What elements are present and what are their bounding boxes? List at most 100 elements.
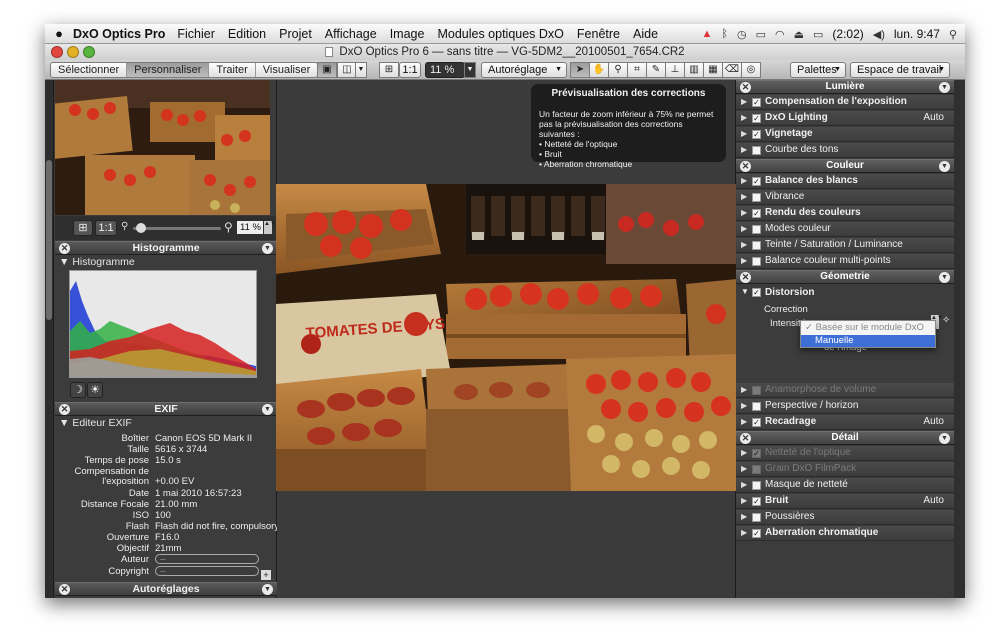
menu-modules-optiques[interactable]: Modules optiques DxO <box>437 27 563 41</box>
workspace-button[interactable]: Espace de travail ▼ <box>850 62 950 78</box>
menu-aide[interactable]: Aide <box>633 27 658 41</box>
menu-edition[interactable]: Edition <box>228 27 266 41</box>
chevron-down-icon[interactable]: ▼ <box>939 82 950 93</box>
autoreglages-panel-header[interactable]: ✕ Autoréglages ▼ <box>55 582 277 596</box>
exif-value[interactable]: 21mm <box>155 543 181 554</box>
close-icon[interactable]: ✕ <box>740 82 751 93</box>
main-photo[interactable]: TOMATES DE PAYS <box>276 184 737 491</box>
eject-icon[interactable]: ⏏ <box>794 28 804 41</box>
disclosure-right-icon[interactable]: ▶ <box>741 526 747 540</box>
correction-checkbox[interactable] <box>752 241 761 250</box>
disclosure-down-icon[interactable]: ▼ <box>741 287 749 296</box>
correction-checkbox[interactable]: ✓ <box>752 418 761 427</box>
display-icon[interactable]: ▭ <box>756 28 766 41</box>
disclosure-right-icon[interactable]: ▶ <box>741 174 747 188</box>
view-dropdown-icon[interactable]: ▼ <box>355 62 367 78</box>
nav-zoom-field[interactable]: 11 % <box>237 221 263 234</box>
menu-fichier[interactable]: Fichier <box>177 27 215 41</box>
eyedropper-tool-icon[interactable]: ✎ <box>646 62 666 78</box>
disclosure-right-icon[interactable]: ▶ <box>741 494 747 508</box>
select-tool-icon[interactable]: ➤ <box>570 62 590 78</box>
perspective-tool-icon[interactable]: ▥ <box>684 62 704 78</box>
volume-icon[interactable]: ◀) <box>873 28 885 41</box>
histogram-panel-header[interactable]: ✕ Histogramme ▼ <box>55 241 277 255</box>
bluetooth-icon[interactable]: ᛒ <box>721 28 728 40</box>
spotlight-search-icon[interactable]: ⚲ <box>949 28 957 41</box>
minimize-window-button[interactable] <box>67 46 79 58</box>
correction-row-lens-sharpness[interactable]: ▶ ✓ Netteté de l'optique <box>736 446 954 461</box>
author-field[interactable]: ... <box>155 554 259 564</box>
correction-checkbox[interactable]: ✓ <box>752 114 761 123</box>
section-geometrie-header[interactable]: ✕ Géometrie ▼ <box>736 270 954 284</box>
left-scrollbar[interactable] <box>45 80 54 598</box>
compare-view-icon[interactable]: ◫ <box>337 62 357 78</box>
dropdown-option-dxo-module[interactable]: ✓ Basée sur le module DxO <box>801 322 935 334</box>
correction-row-vibrance[interactable]: ▶ Vibrance <box>736 190 954 205</box>
zoom-tool-icon[interactable]: ⚲ <box>608 62 628 78</box>
chevron-down-icon[interactable]: ▼ <box>939 161 950 172</box>
exif-value[interactable]: 100 <box>155 510 171 521</box>
correction-checkbox[interactable]: ✓ <box>752 497 761 506</box>
chevron-down-icon[interactable]: ▼ <box>262 404 273 415</box>
tab-selectionner[interactable]: Sélectionner <box>51 63 128 77</box>
close-window-button[interactable] <box>51 46 63 58</box>
right-scrollbar[interactable] <box>954 80 965 598</box>
close-icon[interactable]: ✕ <box>740 272 751 283</box>
menu-app-name[interactable]: DxO Optics Pro <box>73 27 165 41</box>
horizon-tool-icon[interactable]: ⊥ <box>665 62 685 78</box>
fit-screen-icon[interactable]: ⊞ <box>73 220 93 236</box>
menu-fenetre[interactable]: Fenêtre <box>577 27 620 41</box>
exif-value[interactable]: 21.00 mm <box>155 499 197 510</box>
correction-checkbox[interactable] <box>752 193 761 202</box>
correction-row-color-modes[interactable]: ▶ Modes couleur <box>736 222 954 237</box>
correction-row-hsl[interactable]: ▶ Teinte / Saturation / Luminance <box>736 238 954 253</box>
correction-row-white-balance[interactable]: ▶ ✓ Balance des blancs <box>736 174 954 189</box>
disclosure-right-icon[interactable]: ▶ <box>741 478 747 492</box>
disclosure-right-icon[interactable]: ▶ <box>741 254 747 268</box>
correction-row-noise[interactable]: ▶ ✓ Bruit Auto <box>736 494 954 509</box>
disclosure-right-icon[interactable]: ▶ <box>741 127 747 141</box>
correction-row-chromatic-aberration[interactable]: ▶ ✓ Aberration chromatique <box>736 526 954 541</box>
disclosure-right-icon[interactable]: ▶ <box>741 415 747 429</box>
battery-icon[interactable]: ▭ <box>813 28 823 41</box>
correction-checkbox[interactable]: ✓ <box>752 209 761 218</box>
correction-row-vignetage[interactable]: ▶ ✓ Vignetage <box>736 127 954 142</box>
dropdown-option-manual[interactable]: Manuelle <box>801 335 935 347</box>
correction-checkbox[interactable] <box>752 225 761 234</box>
section-couleur-header[interactable]: ✕ Couleur ▼ <box>736 159 954 173</box>
correction-row-perspective[interactable]: ▶ Perspective / horizon <box>736 399 954 414</box>
histogram-subheader[interactable]: ▼ Histogramme <box>55 256 277 269</box>
disclosure-right-icon[interactable]: ▶ <box>741 446 747 460</box>
correction-checkbox[interactable] <box>752 257 761 266</box>
zoom-dropdown-icon[interactable]: ▼ <box>464 62 476 78</box>
wifi-icon[interactable]: ◠ <box>775 28 785 41</box>
grid-tool-icon[interactable]: ▦ <box>703 62 723 78</box>
disclosure-right-icon[interactable]: ▶ <box>741 399 747 413</box>
tab-personnaliser[interactable]: Personnaliser <box>127 63 210 77</box>
correction-checkbox[interactable]: ✓ <box>752 177 761 186</box>
section-detail-header[interactable]: ✕ Détail ▼ <box>736 431 954 445</box>
correction-checkbox[interactable]: ✓ <box>752 98 761 107</box>
zoom-value-field[interactable]: 11 % <box>425 62 465 78</box>
nav-zoom-slider[interactable] <box>133 223 221 233</box>
disclosure-right-icon[interactable]: ▶ <box>741 190 747 204</box>
close-icon[interactable]: ✕ <box>59 404 70 415</box>
zoom-in-icon[interactable]: ⚲ <box>224 220 233 234</box>
palettes-button[interactable]: Palettes ▼ <box>790 62 846 78</box>
correction-row-unsharp-mask[interactable]: ▶ Masque de netteté <box>736 478 954 493</box>
correction-checkbox[interactable]: ✓ <box>752 130 761 139</box>
exif-value[interactable]: Flash did not fire, compulsory fl... <box>155 521 294 532</box>
correction-row-recadrage[interactable]: ▶ ✓ Recadrage Auto <box>736 415 954 430</box>
tab-traiter[interactable]: Traiter <box>209 63 256 77</box>
disclosure-right-icon[interactable]: ▶ <box>741 206 747 220</box>
correction-row-anamorphose[interactable]: ▶ Anamorphose de volume <box>736 383 954 398</box>
disclosure-right-icon[interactable]: ▶ <box>741 383 747 397</box>
close-icon[interactable]: ✕ <box>740 433 751 444</box>
chevron-down-icon[interactable]: ▼ <box>939 272 950 283</box>
brush-tool-icon[interactable]: ⌫ <box>722 62 742 78</box>
distorsion-checkbox[interactable]: ✓ <box>752 288 761 297</box>
shadows-clipping-icon[interactable]: ☽ <box>70 382 86 398</box>
exif-value[interactable]: F16.0 <box>155 532 179 543</box>
correction-checkbox[interactable] <box>752 513 761 522</box>
preset-select[interactable]: Autoréglage ▼ <box>481 62 567 78</box>
